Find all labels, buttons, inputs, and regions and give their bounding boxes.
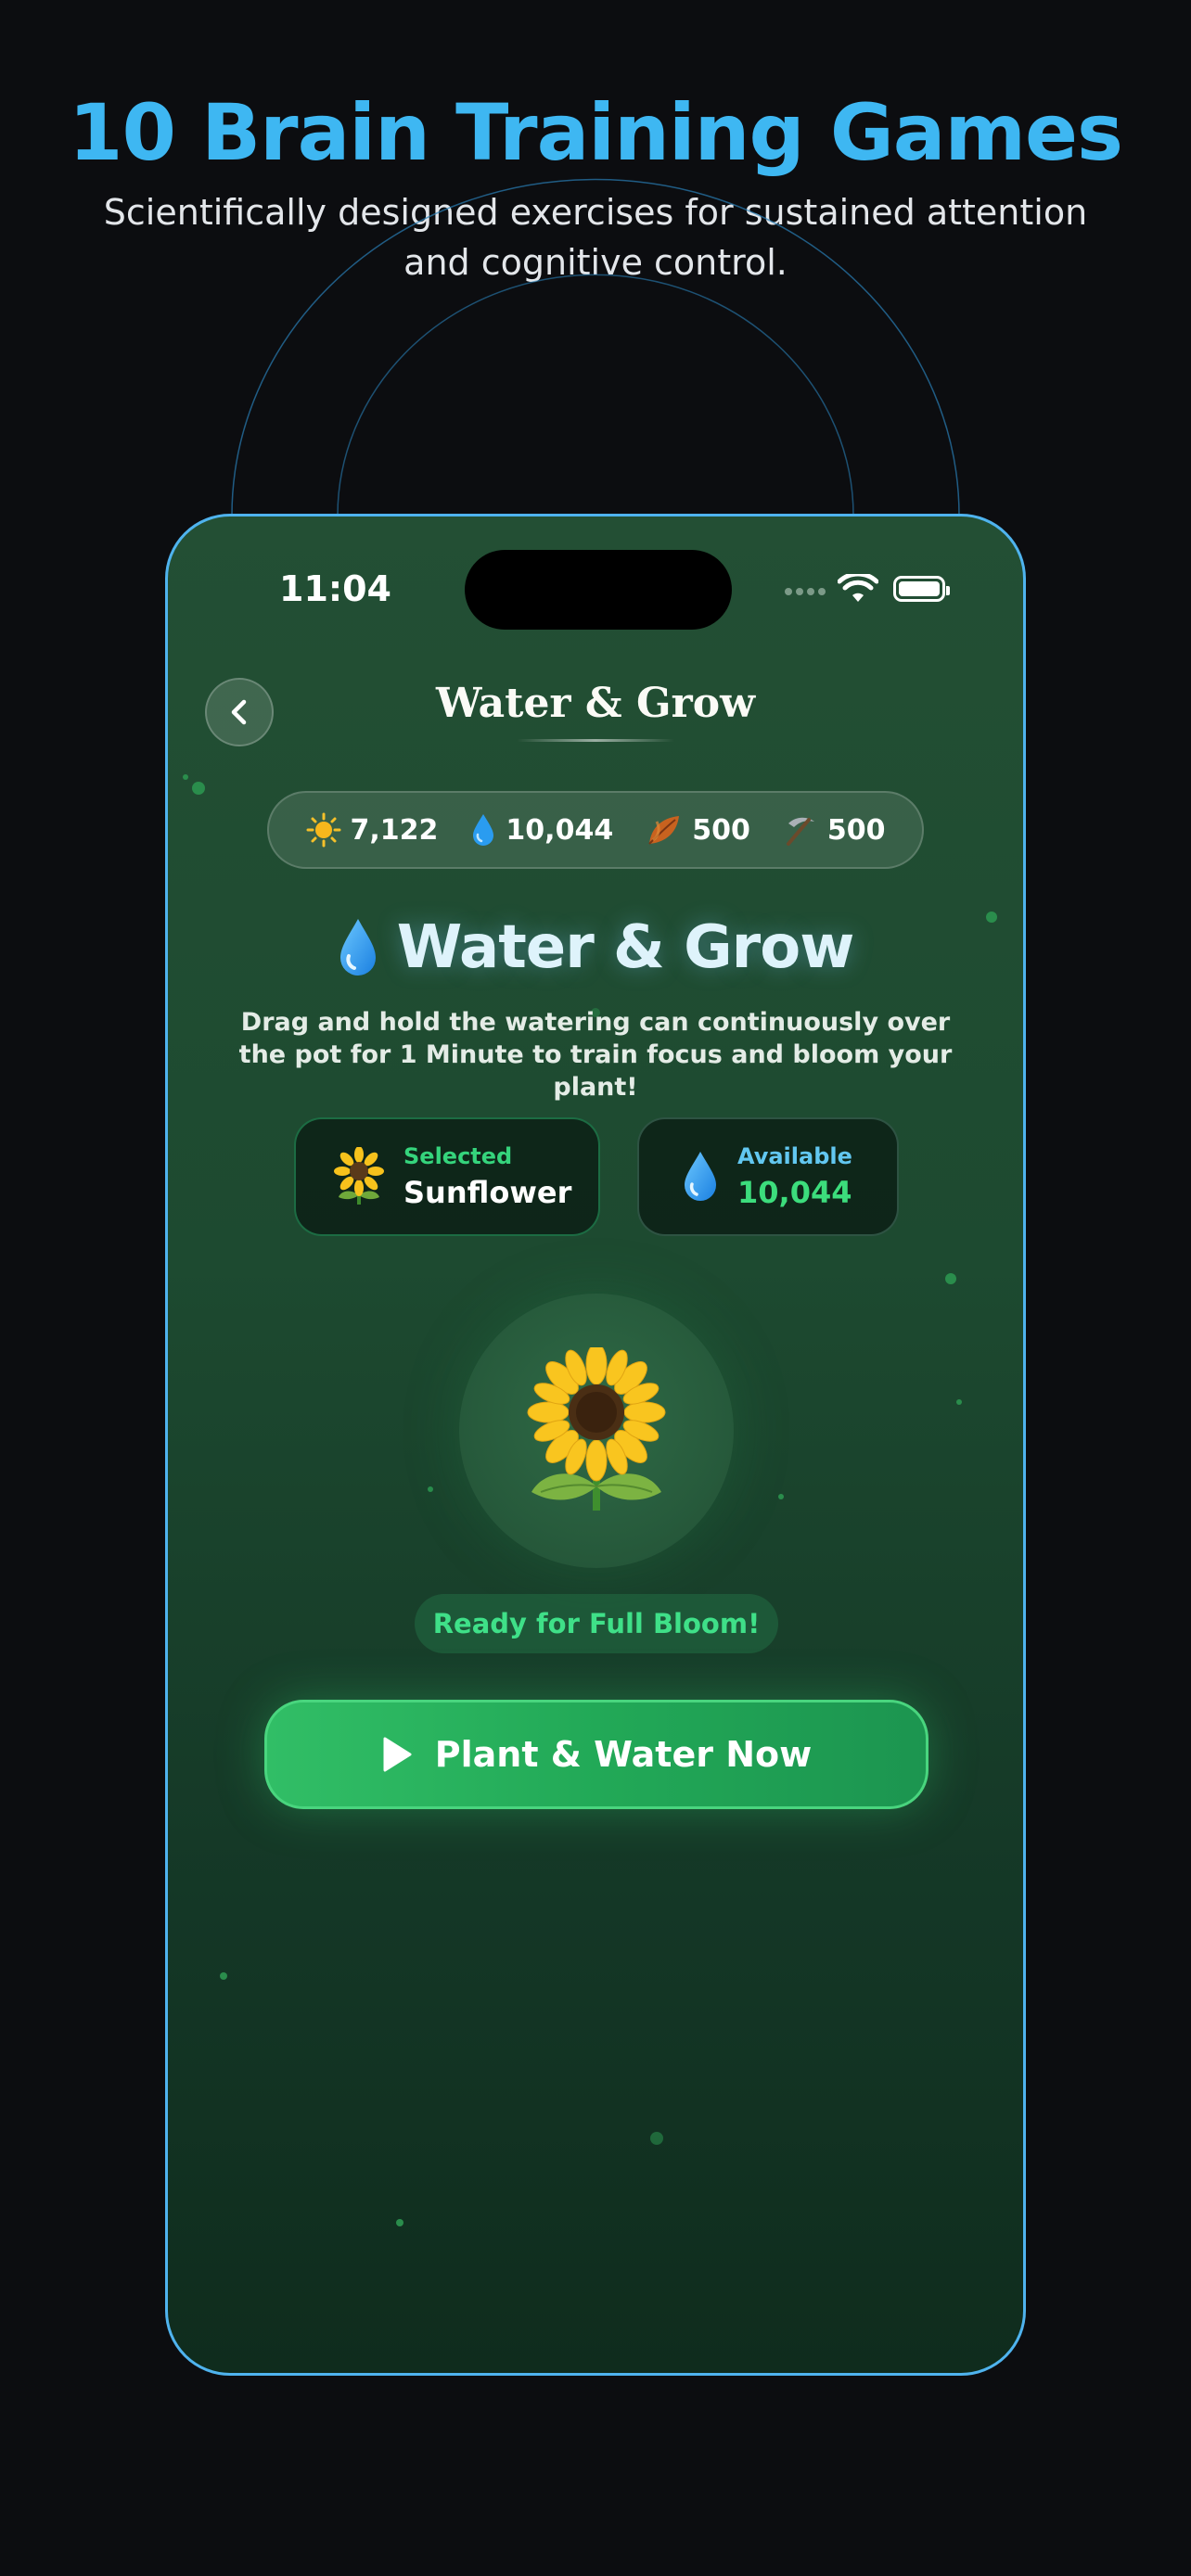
status-time: 11:04 [279,568,391,609]
stat-leaf: 500 [646,812,750,848]
particle [945,1273,956,1284]
sun-icon [306,812,340,848]
decorative-arcs [231,178,960,516]
available-water-value: 10,044 [737,1175,852,1210]
particle [220,1972,227,1980]
stat-pickaxe-value: 500 [826,813,886,847]
sunflower-icon [334,1147,384,1205]
particle [183,774,188,780]
signal-icon [785,588,826,595]
selected-plant-card[interactable]: Selected Sunflower [294,1117,600,1236]
leaf-icon [648,816,680,845]
title-underline [517,739,674,742]
game-heading: Water & Grow [168,913,1023,982]
water-drop-icon [339,919,376,976]
game-description: Drag and hold the watering can continuou… [238,1008,953,1102]
plant-water-button[interactable]: Plant & Water Now [264,1700,928,1809]
sunflower-icon [527,1347,666,1511]
selected-plant-name: Sunflower [403,1175,572,1210]
pickaxe-icon [786,817,814,846]
game-title: Water & Grow [396,913,855,982]
play-icon [383,1737,412,1772]
available-water-card: Available 10,044 [637,1117,899,1236]
phone-frame: 11:04 Water & Grow 7,122 10,044 500 500 … [165,514,1026,2376]
stat-sun-value: 7,122 [350,813,439,847]
stat-water-value: 10,044 [506,813,614,847]
available-label: Available [737,1143,852,1169]
status-badge: Ready for Full Bloom! [415,1594,778,1653]
water-drop-icon [473,814,494,846]
selected-label: Selected [403,1143,513,1169]
particle [956,1399,962,1405]
stat-sun: 7,122 [306,812,439,848]
nav-title: Water & Grow [436,680,755,727]
particle [778,1494,784,1499]
particle [650,2132,663,2145]
battery-icon [893,576,950,602]
stat-water: 10,044 [470,812,613,848]
plant-pot-area[interactable] [459,1294,734,1568]
water-drop-icon [685,1152,716,1201]
resource-stats: 7,122 10,044 500 500 [267,791,924,869]
dynamic-island [465,550,732,630]
particle [192,782,205,795]
stat-pickaxe: 500 [783,812,886,848]
particle [428,1486,433,1492]
stat-leaf-value: 500 [692,813,750,847]
plant-water-label: Plant & Water Now [434,1734,813,1775]
particle [396,2219,403,2226]
wifi-icon [838,574,878,602]
